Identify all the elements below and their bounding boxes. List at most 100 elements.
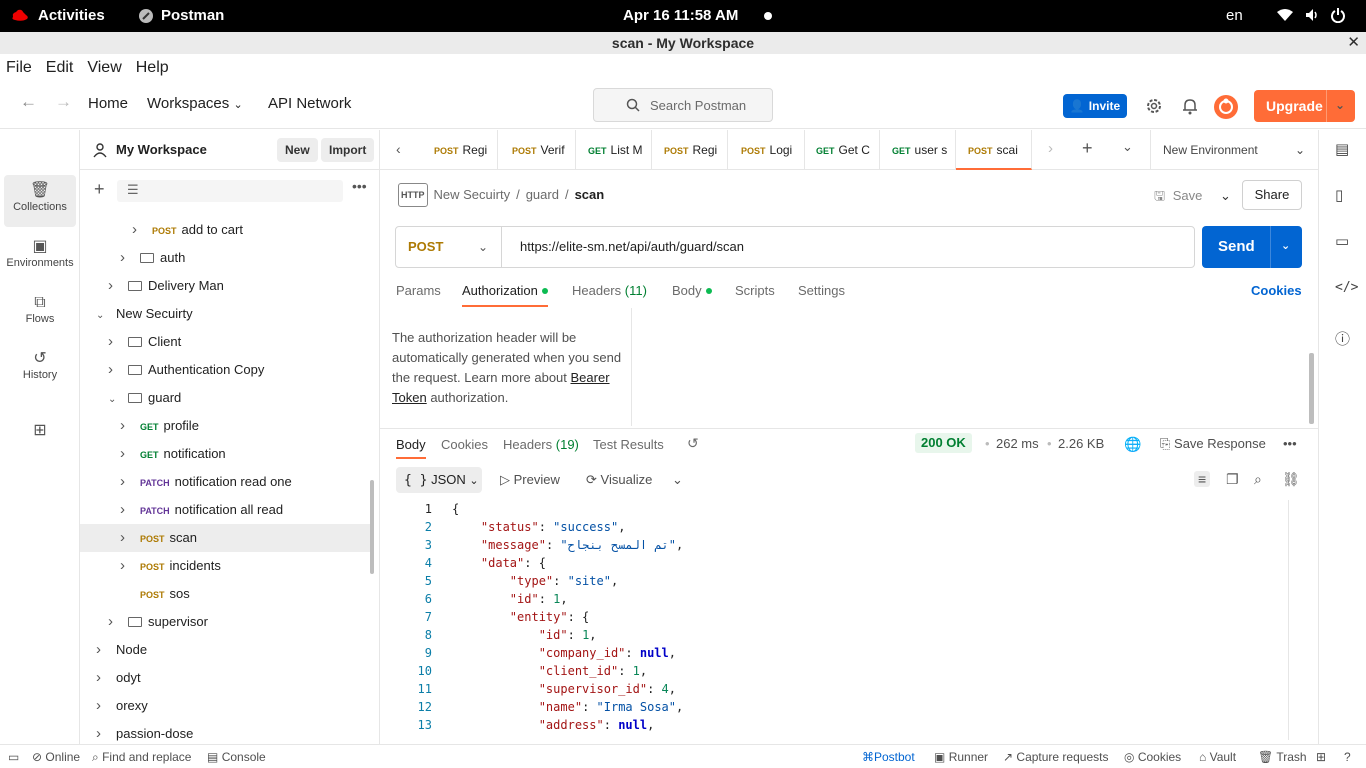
sidebar-toggle-icon[interactable]: ▭ bbox=[8, 750, 19, 764]
chevron-right-icon[interactable]: › bbox=[96, 636, 108, 664]
settings-gear-icon[interactable] bbox=[1145, 97, 1163, 115]
chevron-right-icon[interactable]: › bbox=[132, 216, 144, 244]
import-button[interactable]: Import bbox=[321, 138, 375, 162]
chevron-right-icon[interactable]: › bbox=[108, 356, 120, 384]
forward-arrow-icon[interactable]: → bbox=[55, 92, 72, 112]
save-button[interactable]: 🖫 Save ⌄ bbox=[1154, 187, 1231, 209]
response-body-code[interactable]: 1 {2 "status": "success", 3 "message": "تم… bbox=[396, 500, 1288, 744]
response-tab-cookies[interactable]: Cookies bbox=[441, 437, 488, 452]
request-tab[interactable]: POST Verif bbox=[500, 130, 576, 170]
tree-item[interactable]: › GET notification bbox=[80, 440, 370, 468]
activities-button[interactable]: Activities bbox=[10, 7, 105, 24]
visualize-button[interactable]: ⟳ Visualize bbox=[586, 472, 652, 488]
request-tab[interactable]: GET user s bbox=[880, 130, 956, 170]
back-arrow-icon[interactable]: ← bbox=[20, 92, 37, 112]
chevron-right-icon[interactable]: › bbox=[108, 328, 120, 356]
close-window-icon[interactable]: ✕ bbox=[1347, 32, 1360, 54]
sidebar-scrollbar[interactable] bbox=[370, 480, 374, 574]
chevron-right-icon[interactable]: › bbox=[96, 720, 108, 744]
layout-icon[interactable]: ⊞ bbox=[1316, 750, 1326, 764]
tree-item[interactable]: › supervisor bbox=[80, 608, 370, 636]
chevron-down-icon[interactable]: ⌄ bbox=[108, 386, 120, 414]
response-tab-test-results[interactable]: Test Results bbox=[593, 437, 664, 452]
request-tab[interactable]: POST scai bbox=[956, 130, 1032, 170]
documentation-icon[interactable]: ▯ bbox=[1335, 186, 1343, 204]
save-response-button[interactable]: ⎘ Save Response bbox=[1160, 436, 1266, 452]
rail-environments[interactable]: ▣ Environments bbox=[4, 231, 76, 283]
workspace-name[interactable]: My Workspace bbox=[116, 142, 207, 157]
app-menu[interactable]: Postman bbox=[138, 7, 224, 24]
home-link[interactable]: Home bbox=[88, 95, 128, 112]
tree-item[interactable]: › orexy bbox=[80, 692, 370, 720]
tree-item[interactable]: ⌄ guard bbox=[80, 384, 370, 412]
cookies-link[interactable]: Cookies bbox=[1251, 283, 1302, 298]
search-input[interactable]: Search Postman bbox=[593, 88, 773, 122]
request-tab[interactable]: POST Regi bbox=[652, 130, 728, 170]
menu-help[interactable]: Help bbox=[136, 54, 169, 82]
preview-button[interactable]: ▷ Preview bbox=[500, 472, 560, 488]
chevron-right-icon[interactable]: › bbox=[120, 496, 132, 524]
user-avatar[interactable] bbox=[1213, 94, 1239, 120]
notifications-bell-icon[interactable] bbox=[1182, 97, 1198, 115]
tab-overflow-chevron-icon[interactable]: ⌄ bbox=[1122, 139, 1133, 155]
chevron-down-icon[interactable]: ⌄ bbox=[96, 302, 108, 330]
tab-settings[interactable]: Settings bbox=[798, 283, 845, 298]
language-indicator[interactable]: en bbox=[1226, 7, 1243, 24]
url-input[interactable]: https://elite-sm.net/api/auth/guard/scan bbox=[520, 227, 744, 267]
history-icon[interactable]: ↺ bbox=[687, 435, 699, 452]
method-select[interactable]: POST ⌄ bbox=[396, 227, 502, 267]
comments-icon[interactable]: ▭ bbox=[1335, 232, 1349, 250]
tabs-scroll-right-icon[interactable]: › bbox=[1048, 140, 1053, 157]
new-tab-icon[interactable]: + bbox=[1082, 138, 1093, 159]
menu-file[interactable]: File bbox=[6, 54, 32, 82]
upgrade-button[interactable]: Upgrade ⌄ bbox=[1254, 90, 1355, 122]
response-tab-body[interactable]: Body bbox=[396, 437, 426, 459]
request-tab[interactable]: POST Logi bbox=[729, 130, 805, 170]
tree-item[interactable]: › POST incidents bbox=[80, 552, 370, 580]
filter-input[interactable]: ☰ bbox=[117, 180, 343, 202]
response-time[interactable]: 262 ms bbox=[996, 436, 1039, 451]
request-scrollbar[interactable] bbox=[1309, 353, 1314, 424]
chevron-down-icon[interactable]: ⌄ bbox=[672, 472, 683, 488]
tree-item[interactable]: › odyt bbox=[80, 664, 370, 692]
menu-edit[interactable]: Edit bbox=[46, 54, 74, 82]
add-icon[interactable]: + bbox=[94, 179, 105, 200]
runner-button[interactable]: ▣ Runner bbox=[934, 750, 988, 764]
request-tab[interactable]: GET Get C bbox=[804, 130, 880, 170]
request-tab[interactable]: POST Regi bbox=[422, 130, 498, 170]
chevron-right-icon[interactable]: › bbox=[96, 664, 108, 692]
console-button[interactable]: ▤ Console bbox=[207, 750, 266, 764]
vault-button[interactable]: ⌂ Vault bbox=[1199, 750, 1236, 764]
trash-button[interactable]: 🗑 Trash bbox=[1258, 750, 1307, 764]
breadcrumb-collection[interactable]: New Secuirty bbox=[434, 184, 511, 206]
code-snippet-icon[interactable]: </> bbox=[1335, 280, 1358, 295]
tree-item[interactable]: › PATCH notification read one bbox=[80, 468, 370, 496]
chevron-right-icon[interactable]: › bbox=[120, 412, 132, 440]
tree-item[interactable]: › POST add to cart bbox=[80, 216, 370, 244]
chevron-right-icon[interactable]: › bbox=[120, 440, 132, 468]
more-options-icon[interactable]: ••• bbox=[352, 178, 367, 194]
wrap-lines-icon[interactable]: ≡ bbox=[1194, 471, 1211, 487]
chevron-down-icon[interactable]: ⌄ bbox=[1335, 98, 1347, 112]
tree-item[interactable]: › Authentication Copy bbox=[80, 356, 370, 384]
tree-item[interactable]: › Node bbox=[80, 636, 370, 664]
tab-body[interactable]: Body bbox=[672, 283, 712, 298]
tab-authorization[interactable]: Authorization bbox=[462, 283, 548, 307]
tree-item[interactable]: › Client bbox=[80, 328, 370, 356]
chevron-right-icon[interactable]: › bbox=[120, 552, 132, 580]
tab-params[interactable]: Params bbox=[396, 283, 441, 298]
tree-item[interactable]: ⌄ New Secuirty bbox=[80, 300, 370, 328]
tree-item[interactable]: › Delivery Man bbox=[80, 272, 370, 300]
search-icon[interactable]: ⌕ bbox=[1254, 471, 1262, 488]
more-options-icon[interactable]: ••• bbox=[1283, 436, 1297, 451]
tree-item[interactable]: › passion-dose bbox=[80, 720, 370, 744]
new-button[interactable]: New bbox=[277, 138, 318, 162]
tree-item[interactable]: › GET profile bbox=[80, 412, 370, 440]
tree-item[interactable]: › POST scan bbox=[80, 524, 370, 552]
share-button[interactable]: Share bbox=[1242, 180, 1302, 210]
rail-collections[interactable]: 🗑 Collections bbox=[4, 175, 76, 227]
chevron-right-icon[interactable]: › bbox=[108, 272, 120, 300]
chevron-right-icon[interactable]: › bbox=[96, 692, 108, 720]
request-tab[interactable]: GET List M bbox=[576, 130, 652, 170]
rail-configure[interactable]: ⊞ bbox=[4, 415, 76, 467]
